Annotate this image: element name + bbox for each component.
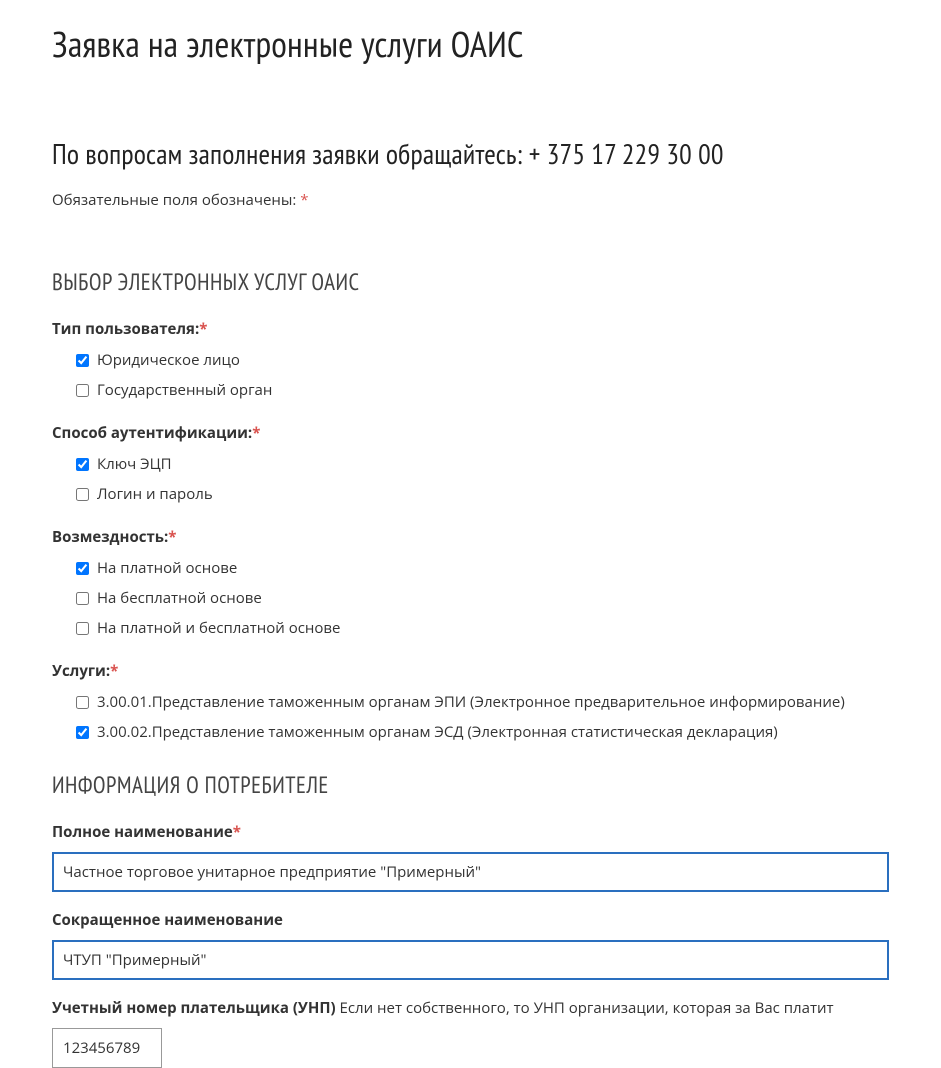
unp-input[interactable] [52, 1028, 162, 1068]
user-type-option-label: Государственный орган [97, 378, 272, 402]
unp-hint: Если нет собственного, то УНП организаци… [340, 998, 834, 1018]
unp-label-text: Учетный номер плательщика (УНП) [52, 998, 340, 1018]
fullname-label: Полное наименование* [52, 822, 889, 842]
user-type-option-gov[interactable]: Государственный орган [76, 375, 889, 405]
auth-method-label-text: Способ аутентификации: [52, 423, 252, 443]
required-asterisk: * [199, 319, 207, 339]
user-type-option-legal[interactable]: Юридическое лицо [76, 345, 889, 375]
payment-checkbox-free[interactable] [76, 592, 89, 605]
shortname-label-text: Сокращенное наименование [52, 910, 283, 930]
service-option-label: 3.00.02.Представление таможенным органам… [97, 720, 778, 744]
auth-option-login[interactable]: Логин и пароль [76, 479, 889, 509]
service-checkbox-epi[interactable] [76, 696, 89, 709]
service-checkbox-esd[interactable] [76, 726, 89, 739]
section-services-title: ВЫБОР ЭЛЕКТРОННЫХ УСЛУГ ОАИС [52, 268, 889, 297]
page-title: Заявка на электронные услуги ОАИС [52, 20, 889, 67]
mandatory-note-text: Обязательные поля обозначены: [52, 190, 300, 210]
services-label: Услуги:* [52, 661, 889, 681]
user-type-label: Тип пользователя:* [52, 319, 889, 339]
payment-option-free[interactable]: На бесплатной основе [76, 583, 889, 613]
fullname-label-text: Полное наименование [52, 822, 233, 842]
required-asterisk: * [233, 822, 241, 842]
mandatory-note: Обязательные поля обозначены: * [52, 190, 889, 210]
payment-group: Возмездность:* На платной основе На бесп… [52, 527, 889, 643]
auth-checkbox-ecp[interactable] [76, 458, 89, 471]
services-group: Услуги:* 3.00.01.Представление таможенны… [52, 661, 889, 747]
required-asterisk: * [168, 527, 176, 547]
payment-label-text: Возмездность: [52, 527, 168, 547]
user-type-checkbox-gov[interactable] [76, 384, 89, 397]
auth-option-label: Ключ ЭЦП [97, 452, 172, 476]
contact-subtitle: По вопросам заполнения заявки обращайтес… [52, 135, 889, 172]
payment-checkbox-paid[interactable] [76, 562, 89, 575]
user-type-group: Тип пользователя:* Юридическое лицо Госу… [52, 319, 889, 405]
user-type-option-label: Юридическое лицо [97, 348, 240, 372]
service-option-epi[interactable]: 3.00.01.Представление таможенным органам… [76, 687, 889, 717]
fullname-group: Полное наименование* [52, 822, 889, 892]
services-label-text: Услуги: [52, 661, 110, 681]
auth-option-ecp[interactable]: Ключ ЭЦП [76, 449, 889, 479]
service-option-label: 3.00.01.Представление таможенным органам… [97, 690, 845, 714]
payment-option-paid[interactable]: На платной основе [76, 553, 889, 583]
shortname-group: Сокращенное наименование [52, 910, 889, 980]
user-type-checkbox-legal[interactable] [76, 354, 89, 367]
auth-option-label: Логин и пароль [97, 482, 213, 506]
payment-checkbox-both[interactable] [76, 622, 89, 635]
auth-checkbox-login[interactable] [76, 488, 89, 501]
unp-label: Учетный номер плательщика (УНП) Если нет… [52, 998, 889, 1018]
service-option-esd[interactable]: 3.00.02.Представление таможенным органам… [76, 717, 889, 747]
auth-method-label: Способ аутентификации:* [52, 423, 889, 443]
unp-group: Учетный номер плательщика (УНП) Если нет… [52, 998, 889, 1068]
mandatory-asterisk: * [300, 190, 308, 210]
payment-option-both[interactable]: На платной и бесплатной основе [76, 613, 889, 643]
shortname-input[interactable] [52, 940, 889, 980]
fullname-input[interactable] [52, 852, 889, 892]
section-consumer-title: ИНФОРМАЦИЯ О ПОТРЕБИТЕЛЕ [52, 771, 889, 800]
required-asterisk: * [110, 661, 118, 681]
auth-method-group: Способ аутентификации:* Ключ ЭЦП Логин и… [52, 423, 889, 509]
shortname-label: Сокращенное наименование [52, 910, 889, 930]
payment-label: Возмездность:* [52, 527, 889, 547]
user-type-label-text: Тип пользователя: [52, 319, 199, 339]
payment-option-label: На платной основе [97, 556, 237, 580]
payment-option-label: На платной и бесплатной основе [97, 616, 340, 640]
required-asterisk: * [252, 423, 260, 443]
payment-option-label: На бесплатной основе [97, 586, 262, 610]
